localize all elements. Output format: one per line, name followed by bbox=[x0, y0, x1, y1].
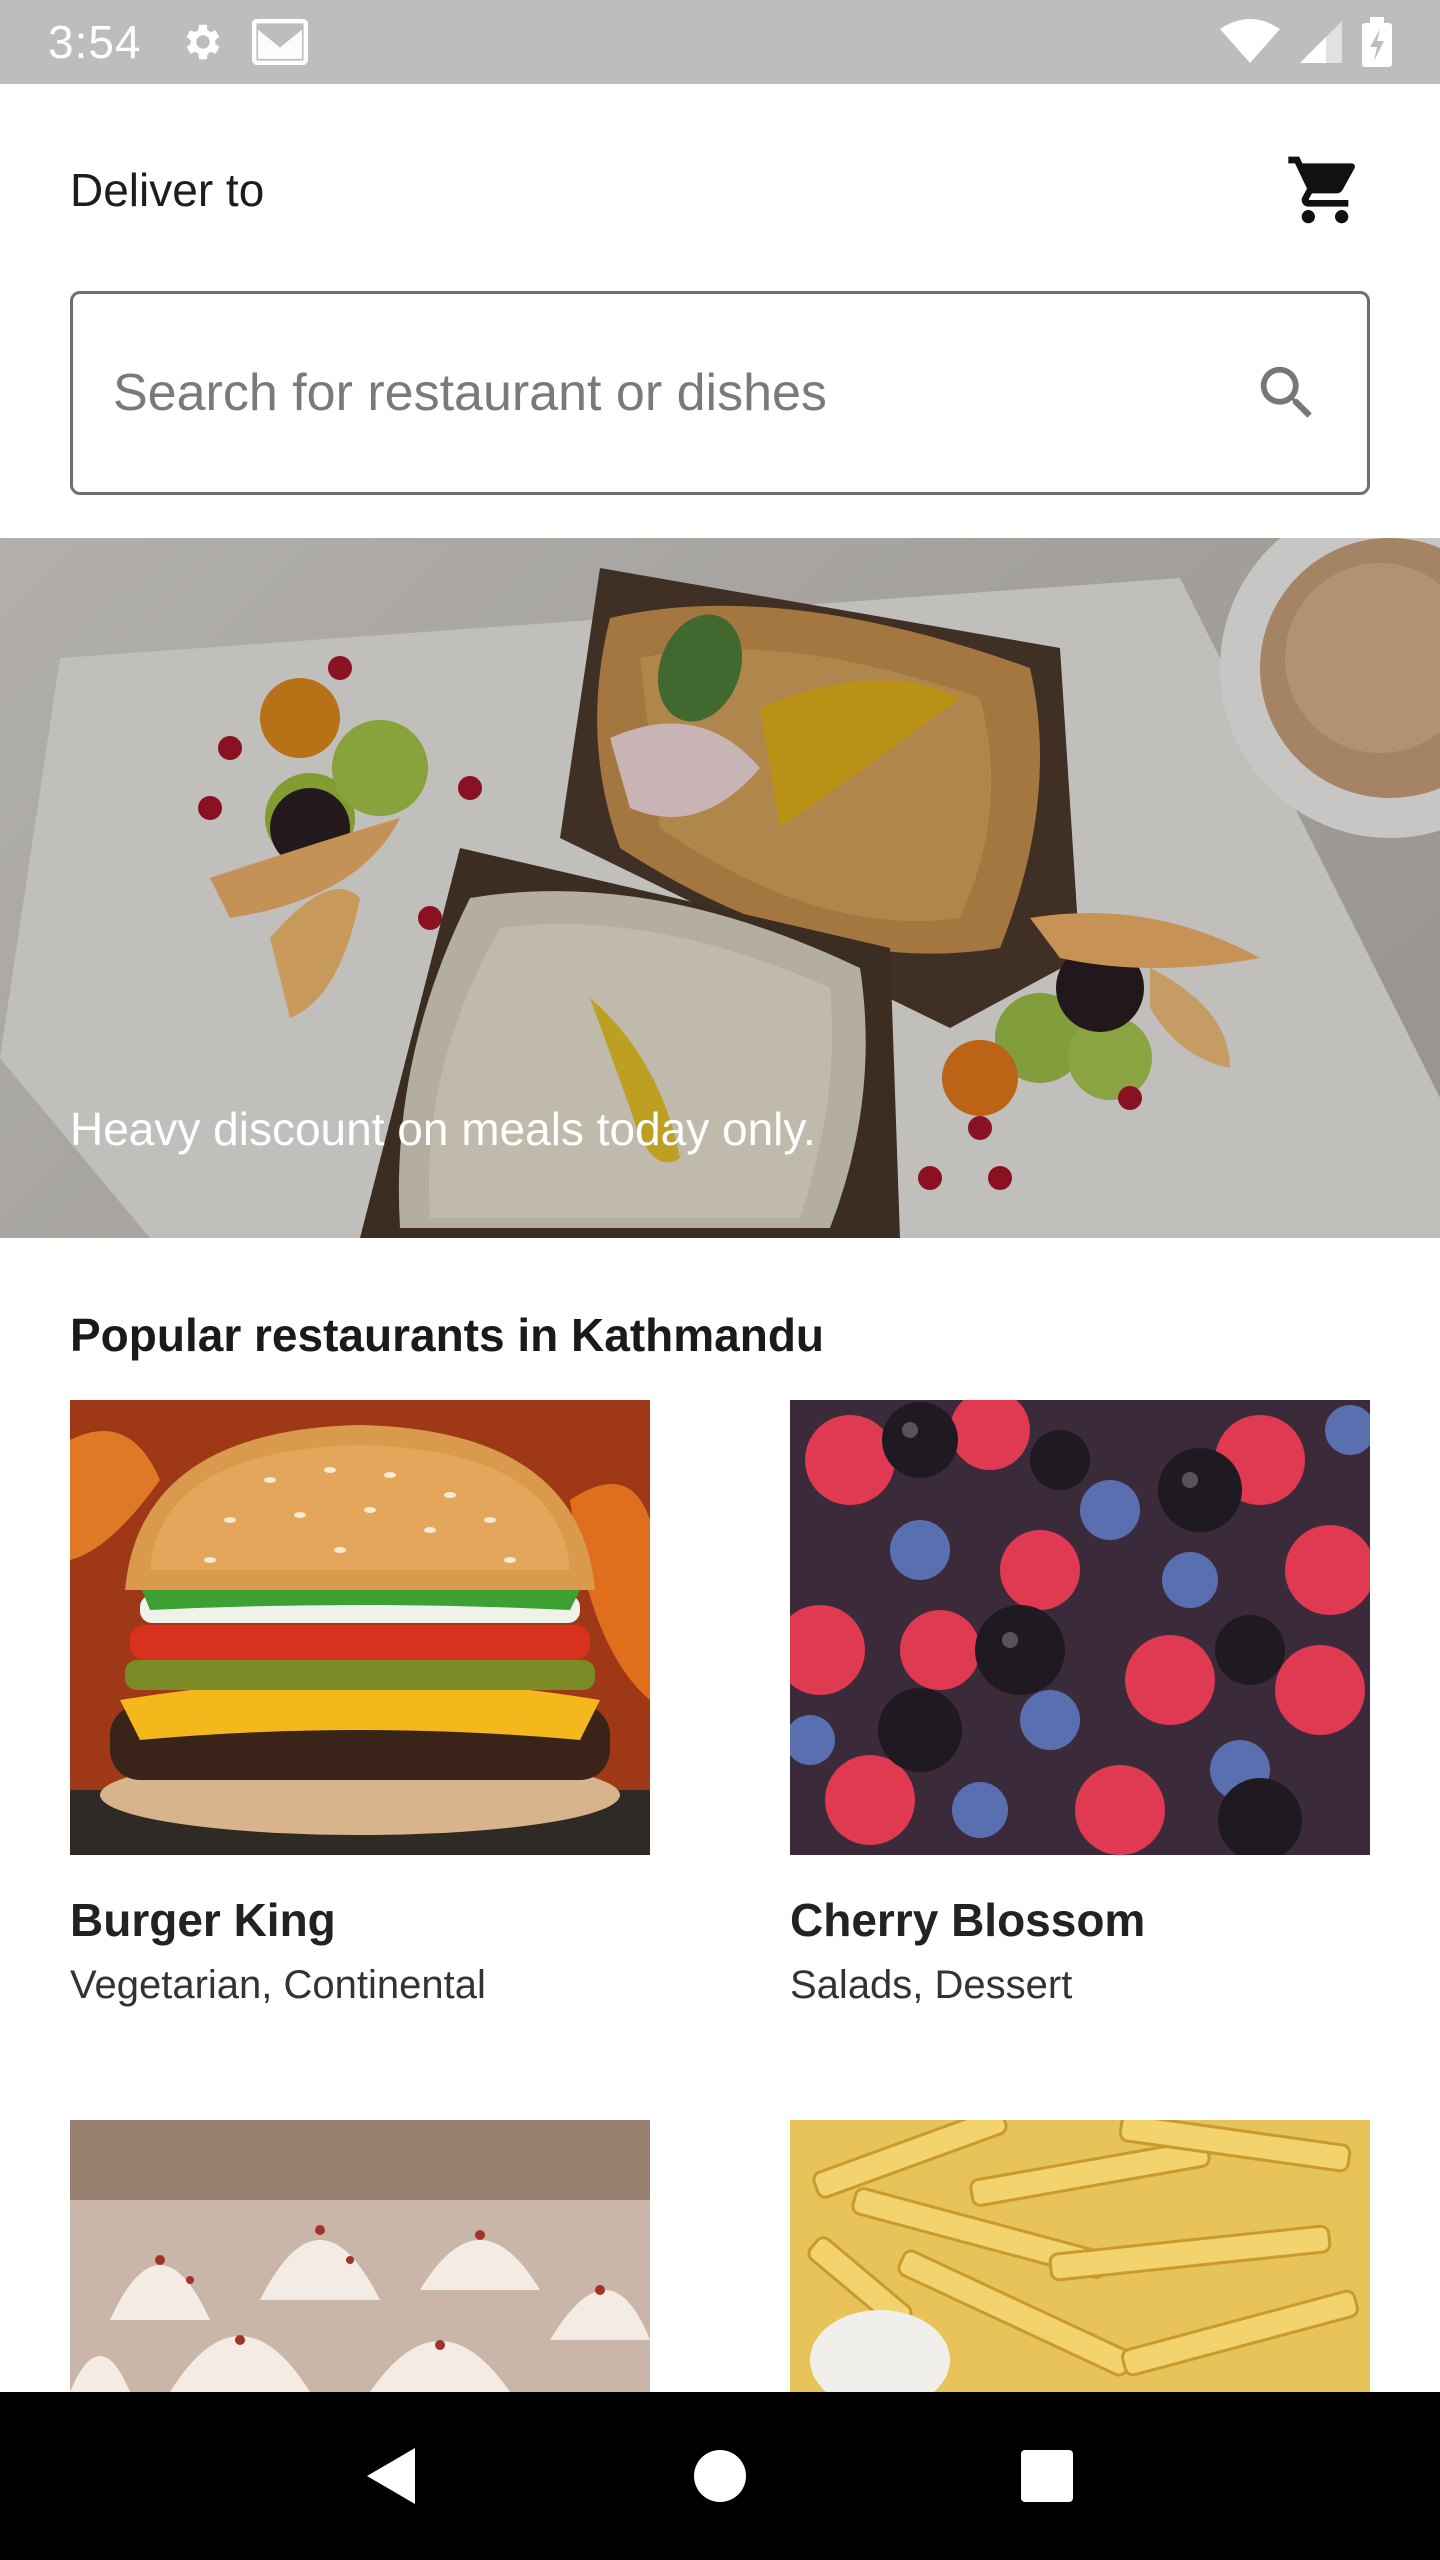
search-box bbox=[70, 291, 1370, 495]
home-button[interactable] bbox=[660, 2416, 780, 2536]
restaurant-image bbox=[790, 2120, 1370, 2392]
status-bar: 3:54 bbox=[0, 0, 1440, 84]
settings-icon bbox=[180, 19, 226, 65]
status-left-icons bbox=[180, 19, 308, 65]
search-icon[interactable] bbox=[1247, 353, 1327, 433]
status-right-icons bbox=[1220, 17, 1392, 67]
battery-charging-icon bbox=[1362, 17, 1392, 67]
status-time: 3:54 bbox=[48, 16, 142, 68]
recents-button[interactable] bbox=[987, 2416, 1107, 2536]
back-button[interactable] bbox=[333, 2416, 453, 2536]
restaurant-card-cupcakes[interactable] bbox=[70, 2120, 650, 2392]
restaurant-image bbox=[70, 2120, 650, 2392]
restaurant-cuisine: Salads, Dessert bbox=[790, 1963, 1073, 2007]
gmail-icon bbox=[251, 19, 308, 65]
restaurant-image bbox=[790, 1400, 1370, 1855]
search-input[interactable] bbox=[113, 363, 1247, 423]
screen: 3:54 Deliver to Search for restaurant or… bbox=[0, 0, 1440, 2560]
restaurant-image bbox=[70, 1400, 650, 1855]
signal-icon bbox=[1298, 19, 1344, 65]
cart-button[interactable] bbox=[1280, 145, 1370, 235]
restaurant-card-cherry-blossom[interactable]: Cherry Blossom Salads, Dessert bbox=[790, 1400, 1370, 2008]
restaurant-card-burger-king[interactable]: Burger King Vegetarian, Continental bbox=[70, 1400, 650, 2008]
recents-icon bbox=[1020, 2450, 1073, 2502]
header: Deliver to bbox=[70, 150, 1370, 230]
restaurant-card-fries[interactable] bbox=[790, 2120, 1370, 2392]
restaurant-name: Burger King bbox=[70, 1894, 336, 1946]
deliver-to-label[interactable]: Deliver to bbox=[70, 163, 264, 217]
restaurant-name: Cherry Blossom bbox=[790, 1894, 1146, 1946]
back-icon bbox=[367, 2448, 416, 2504]
cart-icon bbox=[1288, 156, 1355, 224]
section-title: Popular restaurants in Kathmandu bbox=[70, 1309, 825, 1361]
banner-caption: Heavy discount on meals today only. bbox=[70, 1103, 816, 1155]
restaurant-cuisine: Vegetarian, Continental bbox=[70, 1963, 486, 2007]
wifi-icon bbox=[1220, 19, 1280, 65]
home-icon bbox=[693, 2450, 746, 2502]
system-nav-bar bbox=[0, 2392, 1440, 2560]
